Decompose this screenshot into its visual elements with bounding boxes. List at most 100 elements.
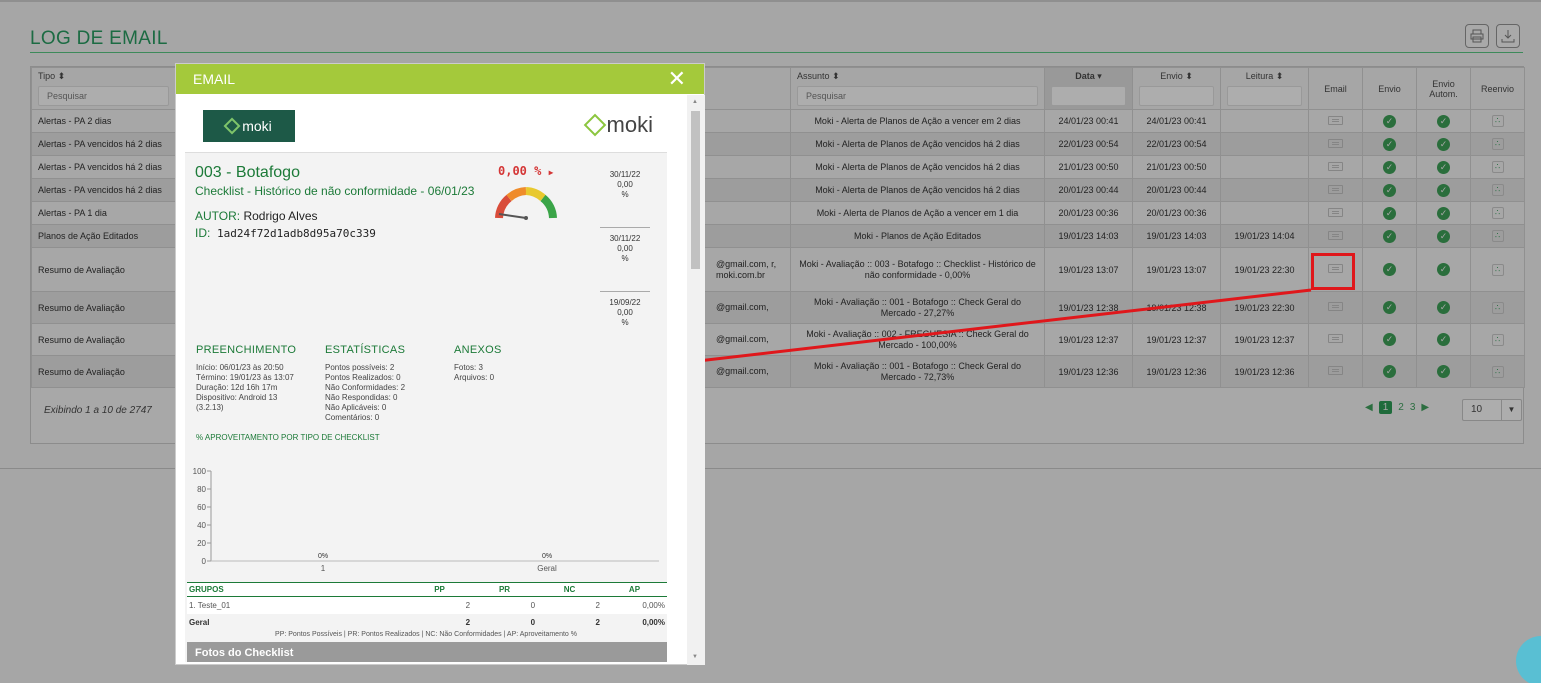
groups-header: PP bbox=[407, 582, 473, 597]
col-data[interactable]: Data ▾ bbox=[1044, 67, 1133, 110]
page-2[interactable]: 2 bbox=[1398, 402, 1404, 413]
cell-leitura bbox=[1220, 178, 1309, 202]
download-button[interactable] bbox=[1496, 24, 1520, 48]
scroll-down-icon[interactable]: ▼ bbox=[692, 654, 698, 660]
cell-email bbox=[1308, 109, 1363, 133]
cell-envio: 20/01/23 00:44 bbox=[1132, 178, 1221, 202]
stat-line: Não Conformidades: 2 bbox=[325, 383, 406, 392]
message-icon[interactable] bbox=[1328, 138, 1343, 148]
scrollbar-thumb[interactable] bbox=[691, 111, 700, 269]
cell-assunto: Moki - Planos de Ação Editados bbox=[790, 224, 1045, 248]
filter-assunto[interactable]: Pesquisar bbox=[797, 86, 1038, 106]
modal-scrollbar[interactable]: ▲ ▼ bbox=[687, 95, 705, 665]
message-icon[interactable] bbox=[1328, 334, 1343, 343]
share-icon[interactable]: ∴ bbox=[1491, 138, 1504, 150]
scroll-up-icon[interactable]: ▲ bbox=[692, 99, 698, 105]
groups-cell: 0,00% bbox=[601, 596, 667, 614]
cell-assunto: Moki - Avaliação :: 001 - Botafogo :: Ch… bbox=[790, 291, 1045, 324]
col-leitura[interactable]: Leitura ⬍ bbox=[1220, 67, 1309, 110]
cell-envio-autom-status: ✓ bbox=[1416, 291, 1471, 324]
share-icon[interactable]: ∴ bbox=[1491, 161, 1504, 173]
share-icon[interactable]: ∴ bbox=[1491, 263, 1504, 276]
cell-reenvio: ∴ bbox=[1470, 201, 1525, 225]
title-divider bbox=[30, 52, 1523, 53]
stat-line: Início: 06/01/23 às 20:50 bbox=[196, 363, 284, 372]
filter-data[interactable] bbox=[1051, 86, 1126, 106]
filter-tipo[interactable]: Pesquisar bbox=[38, 86, 169, 106]
cell-leitura: 19/01/23 22:30 bbox=[1220, 247, 1309, 292]
cell-leitura bbox=[1220, 132, 1309, 156]
id-line: ID: 1ad24f72d1adb8d95a70c339 bbox=[195, 226, 376, 240]
check-circle-icon: ✓ bbox=[1383, 301, 1396, 314]
page-3[interactable]: 3 bbox=[1410, 402, 1416, 413]
groups-cell: 2 bbox=[407, 596, 473, 614]
close-icon[interactable]: ✕ bbox=[668, 66, 686, 92]
check-circle-icon: ✓ bbox=[1437, 333, 1450, 346]
data-label: 0% bbox=[542, 553, 552, 560]
share-icon[interactable]: ∴ bbox=[1491, 230, 1504, 242]
y-tick-label: 40 bbox=[197, 521, 206, 530]
share-icon[interactable]: ∴ bbox=[1491, 115, 1504, 127]
message-icon[interactable] bbox=[1328, 115, 1343, 125]
page-1[interactable]: 1 bbox=[1378, 401, 1393, 414]
message-icon[interactable] bbox=[1328, 184, 1343, 194]
message-icon[interactable] bbox=[1328, 302, 1343, 311]
cell-assunto: Moki - Avaliação :: 002 - FREGUESIA :: C… bbox=[790, 323, 1045, 356]
message-icon[interactable] bbox=[1328, 161, 1343, 171]
cell-tipo: Alertas - PA vencidos há 2 dias bbox=[31, 155, 176, 179]
cell-envio-status: ✓ bbox=[1362, 247, 1417, 292]
stat-line: Pontos possíveis: 2 bbox=[325, 363, 395, 372]
cell-reenvio: ∴ bbox=[1470, 323, 1525, 356]
chevron-down-icon: ▼ bbox=[1501, 400, 1521, 420]
cell-envio-status: ✓ bbox=[1362, 109, 1417, 133]
groups-row: 1. Teste_01 2 0 2 0,00% bbox=[187, 596, 667, 614]
share-icon[interactable]: ∴ bbox=[1491, 301, 1504, 314]
y-tick-label: 60 bbox=[197, 503, 206, 512]
moki-mark-icon bbox=[223, 117, 241, 135]
stat-line: Não Aplicáveis: 0 bbox=[325, 403, 387, 412]
filter-envio[interactable] bbox=[1139, 86, 1214, 106]
groups-header: PR bbox=[472, 582, 538, 597]
caret-right-icon: ▶ bbox=[548, 168, 554, 177]
next-page-icon[interactable]: ▶ bbox=[1421, 402, 1429, 413]
share-icon[interactable]: ∴ bbox=[1491, 184, 1504, 196]
cell-assunto: Moki - Alerta de Planos de Ação vencidos… bbox=[790, 132, 1045, 156]
author-line: AUTOR: Rodrigo Alves bbox=[195, 209, 318, 223]
cell-tipo: Alertas - PA vencidos há 2 dias bbox=[31, 178, 176, 202]
prev-page-icon[interactable]: ◀ bbox=[1365, 402, 1373, 413]
cell-leitura bbox=[1220, 109, 1309, 133]
modal-header: EMAIL ✕ bbox=[176, 64, 704, 94]
cell-envio-status: ✓ bbox=[1362, 323, 1417, 356]
history-item: 30/11/22 0,00% bbox=[600, 170, 650, 228]
cell-envio-status: ✓ bbox=[1362, 201, 1417, 225]
moki-mark-icon bbox=[583, 113, 606, 137]
col-tipo[interactable]: Tipo ⬍ Pesquisar bbox=[31, 67, 176, 110]
moki-logo-light: moki bbox=[583, 112, 653, 138]
message-icon[interactable] bbox=[1328, 230, 1343, 240]
share-icon[interactable]: ∴ bbox=[1491, 207, 1504, 219]
cell-email bbox=[1308, 355, 1363, 388]
message-icon[interactable] bbox=[1328, 366, 1343, 375]
per-page-select[interactable]: 10 ▼ bbox=[1462, 399, 1522, 421]
cell-leitura: 19/01/23 12:36 bbox=[1220, 355, 1309, 388]
y-tick-label: 100 bbox=[193, 467, 207, 476]
share-icon[interactable]: ∴ bbox=[1491, 333, 1504, 346]
check-circle-icon: ✓ bbox=[1383, 333, 1396, 346]
share-icon[interactable]: ∴ bbox=[1491, 365, 1504, 378]
cell-data: 19/01/23 14:03 bbox=[1044, 224, 1133, 248]
check-circle-icon: ✓ bbox=[1437, 137, 1450, 151]
filter-leitura[interactable] bbox=[1227, 86, 1302, 106]
cell-envio-autom-status: ✓ bbox=[1416, 155, 1471, 179]
cell-reenvio: ∴ bbox=[1470, 224, 1525, 248]
check-circle-icon: ✓ bbox=[1437, 160, 1450, 174]
col-envio[interactable]: Envio ⬍ bbox=[1132, 67, 1221, 110]
message-icon[interactable] bbox=[1328, 207, 1343, 217]
chat-widget-button[interactable] bbox=[1516, 636, 1541, 683]
print-button[interactable] bbox=[1465, 24, 1489, 48]
col-assunto[interactable]: Assunto ⬍ Pesquisar bbox=[790, 67, 1045, 110]
cell-envio-status: ✓ bbox=[1362, 132, 1417, 156]
cell-data: 20/01/23 00:44 bbox=[1044, 178, 1133, 202]
check-circle-icon: ✓ bbox=[1383, 137, 1396, 151]
cell-tipo: Resumo de Avaliação bbox=[31, 323, 176, 356]
cell-assunto: Moki - Alerta de Planos de Ação vencidos… bbox=[790, 178, 1045, 202]
